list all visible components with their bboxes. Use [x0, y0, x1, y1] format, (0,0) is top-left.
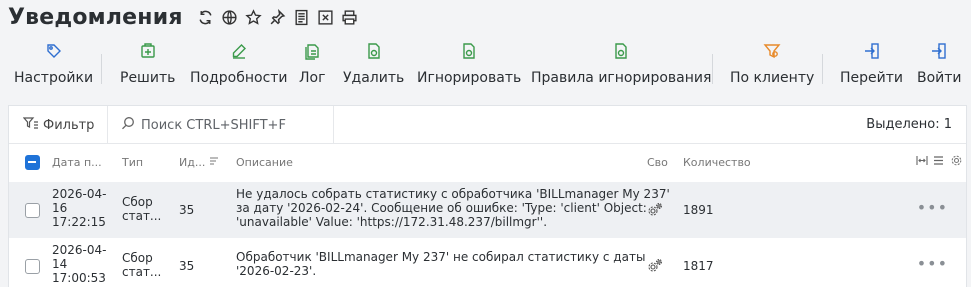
column-id[interactable]: Ид... [179, 156, 219, 169]
table-row[interactable]: 2026-04- 16 17:22:15 Сбор стат... 35 Не … [9, 182, 966, 238]
toolbar-divider [712, 54, 713, 84]
column-description[interactable]: Описание [236, 156, 293, 169]
row-count: 1817 [683, 259, 714, 273]
properties-gear-icon[interactable] [647, 202, 663, 221]
table-header: Дата п... Тип Ид... Описание Сво Количес… [9, 144, 966, 182]
solve-icon [139, 40, 157, 62]
row-description: Не удалось собрать статистику с обработч… [236, 187, 670, 229]
row-description: Обработчик 'BILLmanager My 237' не собир… [236, 250, 646, 278]
row-type: Сбор стат... [122, 195, 162, 223]
ignore-icon [460, 40, 478, 62]
filter-button[interactable]: Фильтр [22, 116, 95, 134]
table-settings-icon[interactable] [951, 155, 962, 169]
list-icon[interactable] [293, 8, 311, 26]
edit-icon [230, 40, 248, 62]
row-date: 2026-04- 16 17:22:15 [52, 187, 107, 229]
row-checkbox[interactable] [25, 259, 40, 274]
ignore-rules-icon [612, 40, 630, 62]
title-icons [197, 8, 359, 26]
print-icon[interactable] [341, 8, 359, 26]
excel-icon[interactable] [317, 8, 335, 26]
goto-button[interactable]: Перейти [840, 40, 903, 86]
search-divider [333, 106, 334, 144]
pin-icon[interactable] [269, 8, 287, 26]
sort-icon [209, 156, 219, 169]
toolbar: Настройки Решить Подробности Лог Удалить… [0, 40, 971, 90]
by-client-label: По клиенту [730, 70, 815, 86]
header: Уведомления [8, 2, 359, 32]
row-count: 1891 [683, 203, 714, 217]
delete-button[interactable]: Удалить [343, 40, 404, 86]
filter-icon [22, 116, 39, 134]
log-icon [303, 40, 321, 62]
globe-icon[interactable] [221, 8, 239, 26]
login-label: Войти [917, 70, 962, 86]
properties-gear-icon[interactable] [647, 258, 663, 277]
filter-bar: Фильтр Поиск CTRL+SHIFT+F Выделено: 1 [9, 106, 966, 144]
row-checkbox[interactable] [25, 203, 40, 218]
settings-label: Настройки [14, 70, 94, 86]
goto-icon [863, 40, 881, 62]
by-client-button[interactable]: По клиенту [730, 40, 814, 86]
search-input[interactable]: Поиск CTRL+SHIFT+F [121, 116, 286, 134]
login-button[interactable]: Войти [917, 40, 962, 86]
delete-icon [365, 40, 383, 62]
columns-menu-icon[interactable] [933, 155, 944, 169]
settings-tag-icon [45, 40, 63, 62]
column-count[interactable]: Количество [683, 156, 751, 169]
notifications-table-panel: Фильтр Поиск CTRL+SHIFT+F Выделено: 1 Да… [8, 105, 967, 287]
log-label: Лог [299, 70, 326, 86]
settings-button[interactable]: Настройки [14, 40, 93, 86]
column-width-icon[interactable] [916, 155, 928, 169]
ignore-label: Игнорировать [417, 70, 522, 86]
table-row[interactable]: 2026-04- 14 17:00:53 Сбор стат... 35 Обр… [9, 238, 966, 287]
column-date[interactable]: Дата п... [52, 156, 102, 169]
refresh-icon[interactable] [197, 8, 215, 26]
ignore-button[interactable]: Игнорировать [417, 40, 521, 86]
star-icon[interactable] [245, 8, 263, 26]
toolbar-divider [101, 54, 102, 84]
solve-button[interactable]: Решить [120, 40, 175, 86]
row-date: 2026-04- 14 17:00:53 [52, 243, 107, 285]
column-properties[interactable]: Сво [647, 156, 668, 169]
filter-label: Фильтр [43, 117, 95, 133]
selected-count: Выделено: 1 [866, 117, 952, 132]
search-icon [121, 116, 135, 134]
ignore-rules-label: Правила игнорирования [531, 70, 712, 86]
delete-label: Удалить [343, 70, 405, 86]
row-actions-icon[interactable]: ••• [917, 198, 948, 217]
select-all-checkbox[interactable] [25, 155, 40, 170]
log-button[interactable]: Лог [299, 40, 325, 86]
column-id-label: Ид... [179, 156, 206, 169]
column-type[interactable]: Тип [122, 156, 143, 169]
solve-label: Решить [120, 70, 176, 86]
details-label: Подробности [190, 70, 288, 86]
ignore-rules-button[interactable]: Правила игнорирования [531, 40, 711, 86]
filter-divider [107, 106, 108, 144]
details-button[interactable]: Подробности [190, 40, 288, 86]
client-filter-icon [763, 40, 781, 62]
search-placeholder: Поиск CTRL+SHIFT+F [141, 117, 286, 133]
page-title: Уведомления [8, 4, 183, 30]
toolbar-divider [822, 54, 823, 84]
row-id: 35 [179, 259, 195, 273]
login-icon [930, 40, 948, 62]
row-actions-icon[interactable]: ••• [917, 254, 948, 273]
row-type: Сбор стат... [122, 251, 162, 279]
goto-label: Перейти [840, 70, 903, 86]
row-id: 35 [179, 203, 195, 217]
